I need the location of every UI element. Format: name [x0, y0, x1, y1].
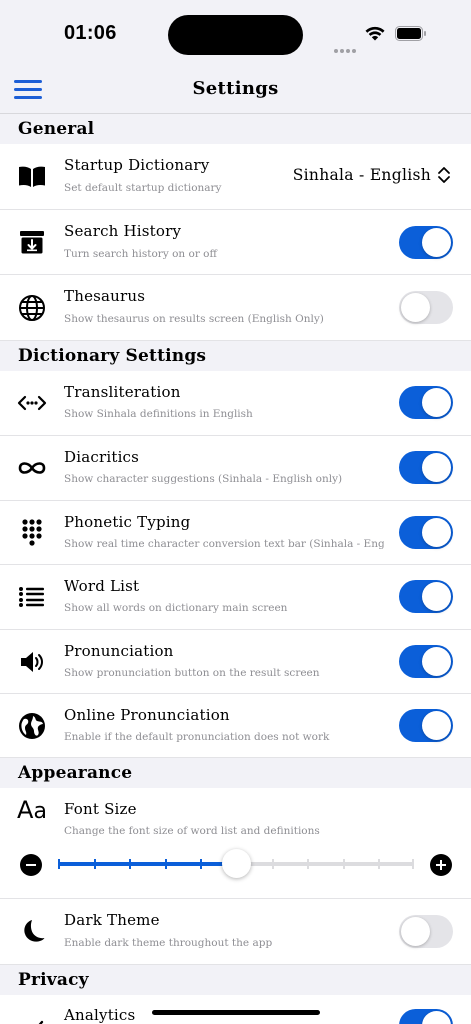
chevron-up-down-icon [438, 167, 450, 183]
font-size-title: Font Size [64, 800, 137, 818]
font-size-slider-tick [378, 859, 380, 869]
font-size-slider-thumb[interactable] [222, 849, 251, 878]
font-size-slider-tick [94, 859, 96, 869]
online-pronunciation-toggle[interactable] [399, 709, 453, 742]
decrease-font-size-icon[interactable] [20, 854, 42, 876]
dynamic-island [168, 15, 303, 55]
font-size-slider-tick [200, 859, 202, 869]
phonetic-typing-toggle[interactable] [399, 516, 453, 549]
transliteration-title: Transliteration [64, 383, 181, 401]
word-list-toggle[interactable] [399, 580, 453, 613]
dark-theme-toggle[interactable] [399, 915, 453, 948]
search-history-title: Search History [64, 222, 182, 240]
analytics-title: Analytics [64, 1006, 136, 1024]
font-size-slider[interactable] [58, 849, 414, 878]
chart-icon [14, 1011, 50, 1024]
font-size-slider-tick [412, 859, 414, 869]
diacritics-toggle[interactable] [399, 451, 453, 484]
section-header-dictionary-settings: Dictionary Settings [0, 341, 471, 371]
transliteration-row: Transliteration Show Sinhala definitions… [0, 371, 471, 436]
font-size-slider-tick [343, 859, 345, 869]
status-time: 01:06 [64, 22, 117, 44]
section-header-privacy: Privacy [0, 965, 471, 995]
page-title: Settings [192, 78, 279, 99]
pronunciation-toggle[interactable] [399, 645, 453, 678]
font-size-slider-tick [307, 859, 309, 869]
text-size-icon: Aa [17, 796, 47, 824]
diacritics-subtitle: Show character suggestions (Sinhala - En… [64, 473, 343, 485]
earth-icon [14, 708, 50, 744]
pronunciation-subtitle: Show pronunciation button on the result … [64, 667, 320, 679]
phonetic-typing-row: Phonetic Typing Show real time character… [0, 501, 471, 565]
dark-theme-title: Dark Theme [64, 911, 160, 929]
keypad-icon [14, 515, 50, 551]
infinity-icon [14, 450, 50, 486]
diacritics-row: Diacritics Show character suggestions (S… [0, 436, 471, 501]
moon-icon [14, 914, 50, 950]
pronunciation-row: Pronunciation Show pronunciation button … [0, 630, 471, 694]
pronunciation-title: Pronunciation [64, 642, 174, 660]
search-history-toggle[interactable] [399, 226, 453, 259]
archive-icon [14, 224, 50, 260]
search-history-row: Search History Turn search history on or… [0, 210, 471, 275]
navigation-bar: Settings [0, 64, 471, 114]
word-list-subtitle: Show all words on dictionary main screen [64, 602, 288, 614]
transliteration-subtitle: Show Sinhala definitions in English [64, 408, 253, 420]
font-size-slider-fill [58, 862, 236, 866]
analytics-toggle[interactable] [399, 1009, 453, 1024]
search-history-subtitle: Turn search history on or off [64, 248, 217, 260]
online-pronunciation-subtitle: Enable if the default pronunciation does… [64, 731, 330, 743]
startup-dictionary-row[interactable]: Startup Dictionary Set default startup d… [0, 144, 471, 210]
startup-dictionary-title: Startup Dictionary [64, 156, 210, 174]
dark-theme-subtitle: Enable dark theme throughout the app [64, 937, 273, 949]
book-icon [14, 159, 50, 195]
list-icon [14, 579, 50, 615]
status-bar: 01:06 [0, 0, 471, 64]
font-size-slider-tick [165, 859, 167, 869]
section-header-general: General [0, 114, 471, 144]
increase-font-size-icon[interactable] [430, 854, 452, 876]
thesaurus-subtitle: Show thesaurus on results screen (Englis… [64, 313, 324, 325]
font-size-slider-tick [272, 859, 274, 869]
cellular-signal-icon [334, 38, 358, 53]
battery-icon [395, 26, 426, 41]
home-indicator [152, 1010, 320, 1015]
word-list-row: Word List Show all words on dictionary m… [0, 565, 471, 630]
phonetic-typing-subtitle: Show real time character conversion text… [64, 538, 384, 550]
thesaurus-toggle[interactable] [399, 291, 453, 324]
thesaurus-row: Thesaurus Show thesaurus on results scre… [0, 275, 471, 341]
code-arrows-icon [14, 385, 50, 421]
font-size-subtitle: Change the font size of word list and de… [64, 825, 320, 837]
section-header-appearance: Appearance [0, 758, 471, 788]
online-pronunciation-title: Online Pronunciation [64, 706, 230, 724]
wifi-icon [365, 26, 385, 41]
font-size-slider-tick [58, 859, 60, 869]
thesaurus-title: Thesaurus [64, 287, 146, 305]
speaker-icon [14, 644, 50, 680]
phonetic-typing-title: Phonetic Typing [64, 513, 191, 531]
startup-dictionary-select[interactable]: Sinhala - English [293, 166, 431, 184]
font-size-row: Aa Font Size Change the font size of wor… [0, 788, 471, 899]
diacritics-title: Diacritics [64, 448, 140, 466]
transliteration-toggle[interactable] [399, 386, 453, 419]
globe-icon [14, 290, 50, 326]
dark-theme-row: Dark Theme Enable dark theme throughout … [0, 899, 471, 965]
font-size-slider-tick [129, 859, 131, 869]
word-list-title: Word List [64, 577, 140, 595]
online-pronunciation-row: Online Pronunciation Enable if the defau… [0, 694, 471, 758]
